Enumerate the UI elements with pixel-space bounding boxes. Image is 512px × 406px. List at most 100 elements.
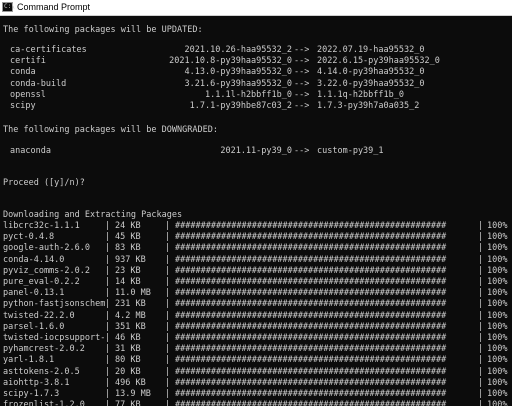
download-progress-bar: ########################################…: [175, 344, 447, 355]
column-separator: |: [478, 355, 484, 366]
download-progress-bar: ########################################…: [175, 243, 447, 254]
download-progress-bar: ########################################…: [175, 321, 447, 332]
download-row: pure_eval-0.2.2 | 14 KB | ##################…: [3, 277, 509, 288]
column-separator: |: [105, 254, 111, 265]
column-separator: |: [478, 333, 484, 343]
package-name: ca-certificates: [10, 45, 87, 55]
download-row: frozenlist-1.2.0 | 77 KB | #################…: [3, 400, 509, 406]
download-percent: 100%: [487, 221, 508, 231]
column-separator: |: [105, 344, 111, 355]
column-separator: |: [165, 299, 171, 310]
download-percent: 100%: [487, 277, 508, 287]
download-row: pyct-0.4.8 | 45 KB | #######################…: [3, 232, 509, 243]
download-percent: 100%: [487, 265, 508, 276]
version-arrow: -->: [294, 78, 310, 89]
package-from-version: 4.13.0-py39haa95532_0: [184, 67, 292, 78]
column-separator: |: [105, 377, 111, 388]
download-package-name: pyviz_comms-2.0.2: [3, 265, 90, 276]
download-row: google-auth-2.6.0 | 83 KB | ################…: [3, 243, 509, 254]
column-separator: |: [478, 400, 484, 406]
column-separator: |: [165, 277, 171, 287]
column-separator: |: [478, 243, 484, 254]
updated-package-row: scipy 1.7.1-py39hbe87c03_2 --> 1.7.3-py39h7…: [3, 101, 503, 112]
column-separator: |: [105, 232, 111, 243]
column-separator: |: [165, 400, 171, 406]
column-separator: |: [165, 366, 171, 377]
download-package-name: python-fastjsonschem: [3, 299, 106, 310]
package-name: anaconda: [10, 146, 51, 156]
column-separator: |: [105, 389, 111, 399]
download-progress-bar: ########################################…: [175, 377, 447, 388]
download-size: 937 KB: [115, 254, 146, 265]
download-row: asttokens-2.0.5 | 20 KB | ##################…: [3, 367, 509, 378]
package-to-version: custom-py39_1: [317, 146, 384, 156]
download-progress-bar: ########################################…: [175, 232, 447, 243]
download-progress-bar: ########################################…: [175, 299, 447, 310]
updated-package-row: openssl 1.1.1l-h2bbff1b_0 --> 1.1.1q-h2bbff…: [3, 90, 503, 101]
version-arrow: -->: [294, 45, 310, 55]
package-from-version: 2021.10.8-py39haa95532_0: [169, 56, 292, 67]
download-percent: 100%: [487, 232, 508, 243]
package-name: scipy: [10, 101, 36, 111]
download-percent: 100%: [487, 243, 508, 254]
downgraded-header: The following packages will be DOWNGRADE…: [3, 125, 218, 135]
download-progress-bar: ########################################…: [175, 366, 447, 377]
download-progress-bar: ########################################…: [175, 254, 447, 265]
column-separator: |: [165, 321, 171, 332]
column-separator: |: [165, 377, 171, 388]
updated-package-row: ca-certificates 2021.10.26-haa95532_2 --> 2…: [3, 45, 503, 56]
updated-package-row: conda 4.13.0-py39haa95532_0 --> 4.14.0-py39…: [3, 67, 503, 78]
column-separator: |: [165, 265, 171, 276]
column-separator: |: [165, 288, 171, 299]
version-arrow: -->: [294, 89, 310, 100]
column-separator: |: [478, 366, 484, 377]
console-output[interactable]: The following packages will be UPDATED: …: [0, 16, 512, 406]
column-separator: |: [105, 277, 111, 287]
download-package-name: google-auth-2.6.0: [3, 243, 90, 254]
window-title: Command Prompt: [17, 2, 91, 12]
download-percent: 100%: [487, 389, 508, 399]
column-separator: |: [105, 243, 111, 254]
download-progress-bar: ########################################…: [175, 288, 447, 299]
download-percent: 100%: [487, 333, 508, 343]
console-icon: C:\: [2, 2, 15, 12]
download-size: 31 KB: [115, 344, 141, 355]
download-percent: 100%: [487, 288, 508, 299]
download-row: pyviz_comms-2.0.2 | 23 KB | ################…: [3, 266, 509, 277]
download-size: 13.9 MB: [115, 389, 151, 399]
version-arrow: -->: [294, 67, 310, 78]
column-separator: |: [105, 310, 111, 321]
download-package-name: yarl-1.8.1: [3, 355, 55, 366]
download-size: 14 KB: [115, 277, 141, 287]
download-row: conda-4.14.0 | 937 KB | ####################…: [3, 255, 509, 266]
download-package-name: frozenlist-1.2.0: [3, 400, 85, 406]
download-package-name: libcrc32c-1.1.1: [3, 221, 80, 231]
download-row: panel-0.13.1 | 11.0 MB | ###################…: [3, 288, 509, 299]
download-size: 24 KB: [115, 221, 141, 231]
confirm-prompt: Proceed ([y]/n)?: [3, 178, 85, 188]
download-row: yarl-1.8.1 | 80 KB | #######################…: [3, 355, 509, 366]
download-package-name: aiohttp-3.8.1: [3, 377, 70, 388]
download-package-name: conda-4.14.0: [3, 254, 65, 265]
updated-package-row: certifi 2021.10.8-py39haa95532_0 --> 2022.6…: [3, 56, 503, 67]
download-size: 80 KB: [115, 355, 141, 366]
column-separator: |: [478, 310, 484, 321]
version-arrow: -->: [294, 101, 310, 111]
package-name: conda-build: [10, 78, 67, 89]
download-percent: 100%: [487, 310, 508, 321]
column-separator: |: [165, 355, 171, 366]
download-row: twisted-iocpsupport- | 46 KB | #############…: [3, 333, 509, 344]
download-percent: 100%: [487, 366, 508, 377]
column-separator: |: [105, 400, 111, 406]
title-bar[interactable]: C:\ Command Prompt: [0, 0, 512, 16]
download-progress-bar: ########################################…: [175, 310, 447, 321]
download-row: scipy-1.7.3 | 13.9 MB | ####################…: [3, 389, 509, 400]
download-package-name: panel-0.13.1: [3, 288, 65, 299]
column-separator: |: [105, 321, 111, 332]
download-percent: 100%: [487, 254, 508, 265]
download-size: 11.0 MB: [115, 288, 151, 299]
download-package-name: pyhamcrest-2.0.2: [3, 344, 85, 355]
package-name: certifi: [10, 56, 46, 67]
column-separator: |: [105, 355, 111, 366]
column-separator: |: [478, 288, 484, 299]
